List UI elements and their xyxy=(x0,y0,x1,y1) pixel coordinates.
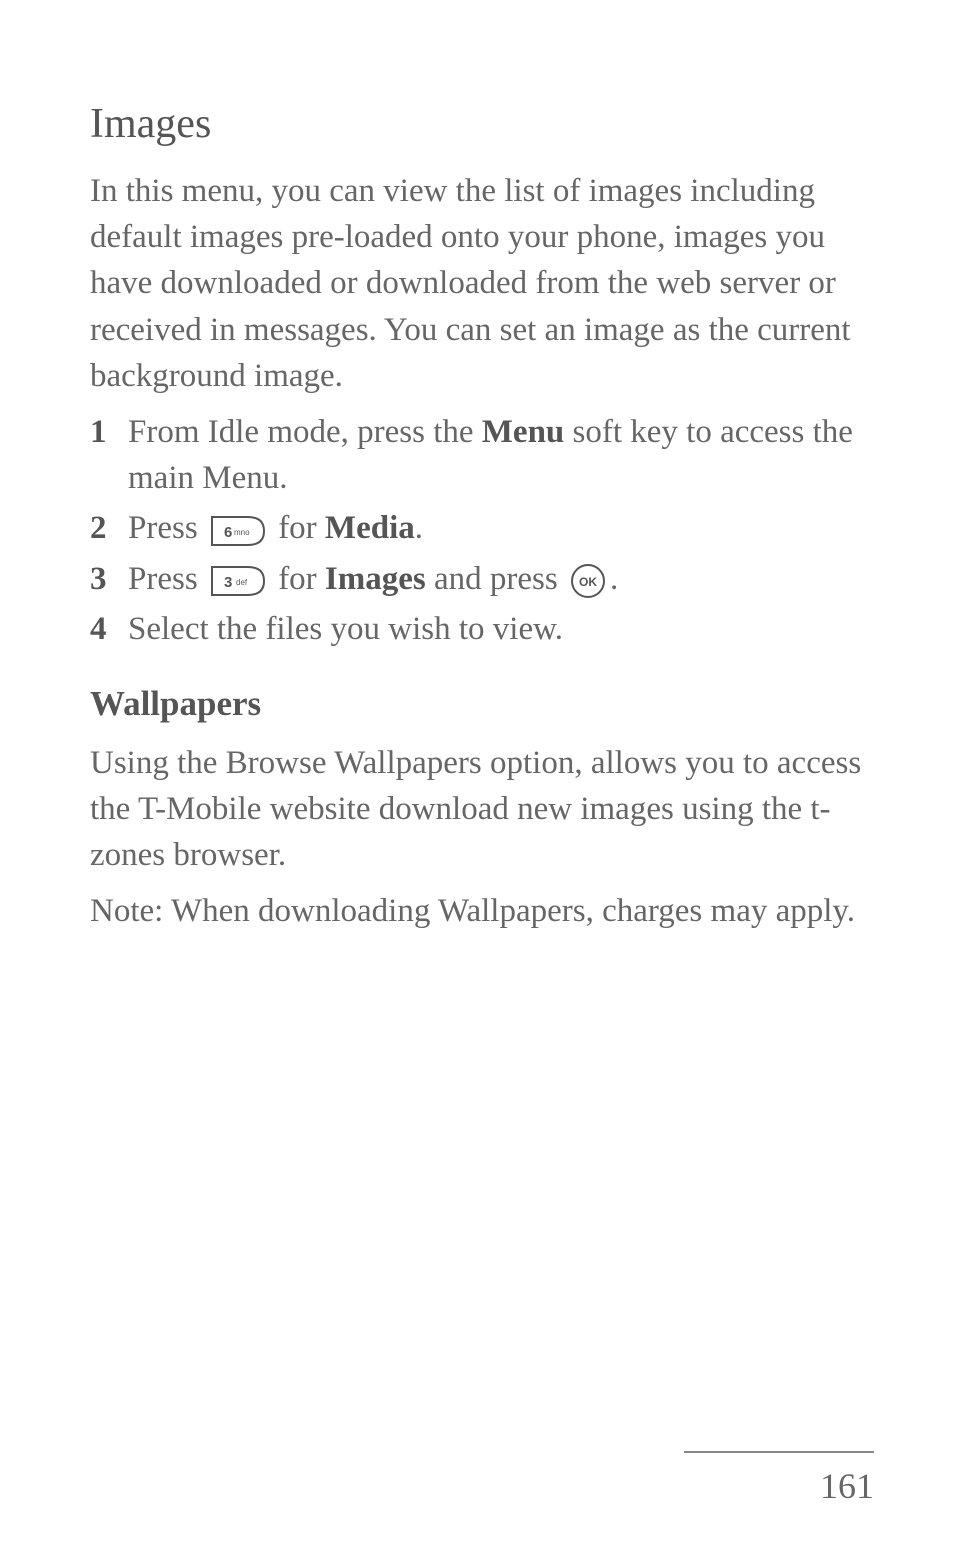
key-6-icon: 6mno xyxy=(210,515,266,547)
svg-text:6: 6 xyxy=(224,524,232,541)
step-3: 3 Press 3 def for Images and press OK. xyxy=(90,556,874,602)
svg-text:3: 3 xyxy=(224,574,232,591)
key-3-icon: 3 def xyxy=(210,565,266,597)
step-2: 2 Press 6mno for Media. xyxy=(90,505,874,551)
step-num: 2 xyxy=(90,505,128,551)
key-ok-icon: OK xyxy=(570,563,606,599)
step-4: 4 Select the files you wish to view. xyxy=(90,606,874,652)
step-text: Select the files you wish to view. xyxy=(128,611,563,647)
wallpapers-para1: Using the Browse Wallpapers option, allo… xyxy=(90,740,874,879)
step-content: From Idle mode, press the Menu soft key … xyxy=(128,409,874,501)
step-text: for xyxy=(270,561,325,597)
step-text: and press xyxy=(426,561,566,597)
step-content: Press 3 def for Images and press OK. xyxy=(128,556,874,602)
step-num: 1 xyxy=(90,409,128,455)
step-text: Press xyxy=(128,561,206,597)
svg-text:def: def xyxy=(236,578,248,587)
footer-divider xyxy=(684,1451,874,1453)
step-text: From Idle mode, press the xyxy=(128,414,482,450)
images-intro: In this menu, you can view the list of i… xyxy=(90,168,874,399)
step-bold: Media xyxy=(325,510,415,546)
steps-list: 1 From Idle mode, press the Menu soft ke… xyxy=(90,409,874,652)
svg-text:mno: mno xyxy=(234,528,250,537)
step-text: Press xyxy=(128,510,206,546)
step-text: for xyxy=(270,510,325,546)
step-bold: Images xyxy=(325,561,426,597)
step-text: . xyxy=(610,561,618,597)
step-1: 1 From Idle mode, press the Menu soft ke… xyxy=(90,409,874,501)
page-footer: 161 xyxy=(684,1451,874,1507)
step-num: 3 xyxy=(90,556,128,602)
page-number: 161 xyxy=(820,1465,874,1507)
step-text: . xyxy=(415,510,423,546)
wallpapers-para2: Note: When downloading Wallpapers, charg… xyxy=(90,888,874,934)
step-content: Select the files you wish to view. xyxy=(128,606,874,652)
images-heading: Images xyxy=(90,100,874,148)
step-num: 4 xyxy=(90,606,128,652)
svg-text:OK: OK xyxy=(579,575,597,589)
step-content: Press 6mno for Media. xyxy=(128,505,874,551)
step-bold: Menu xyxy=(482,414,565,450)
wallpapers-heading: Wallpapers xyxy=(90,684,874,724)
